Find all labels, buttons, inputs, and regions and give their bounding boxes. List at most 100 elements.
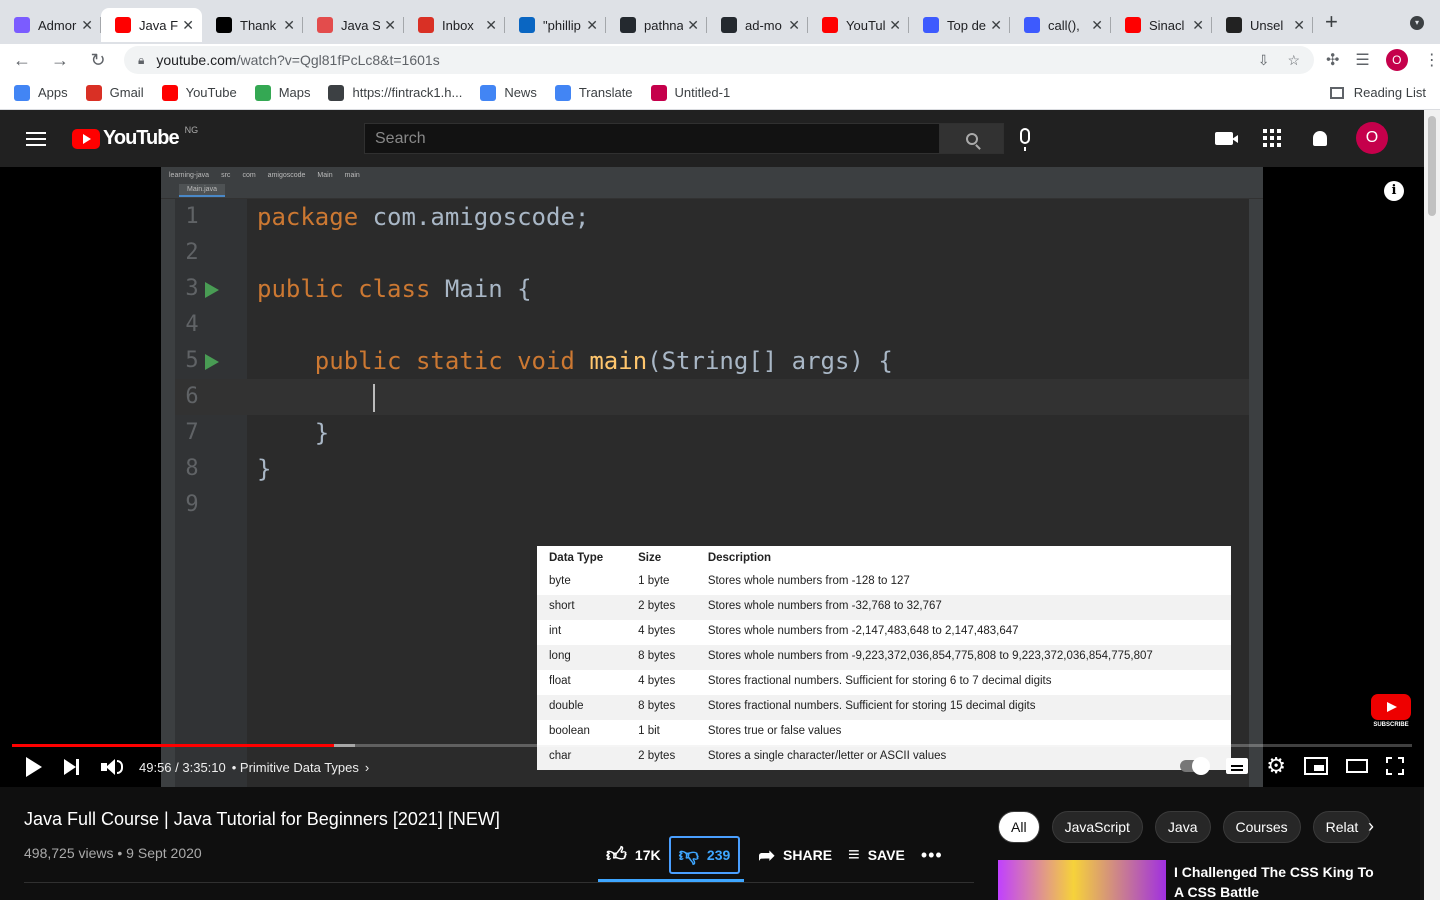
browser-tab[interactable]: "phillip ✕	[505, 8, 606, 42]
create-video-icon[interactable]	[1212, 126, 1238, 150]
close-tab-icon[interactable]: ✕	[1293, 17, 1305, 34]
like-button[interactable]: 👍︎ 17K	[598, 836, 669, 874]
fullscreen-icon[interactable]	[1386, 757, 1404, 775]
new-tab-button[interactable]: +	[1325, 9, 1338, 35]
youtube-logo[interactable]: YouTube NG	[72, 125, 198, 150]
table-cell: byte	[549, 575, 571, 587]
browser-tab[interactable]: Sinacl ✕	[1111, 8, 1212, 42]
browser-profile-avatar[interactable]: O	[1385, 49, 1408, 71]
back-icon[interactable]: ←	[6, 50, 38, 71]
share-button[interactable]: ➦ SHARE	[750, 836, 840, 874]
more-actions-icon[interactable]: •••	[921, 845, 943, 866]
chevron-right-icon[interactable]: ›	[1368, 816, 1374, 837]
time-display: 49:56 / 3:35:10	[139, 759, 226, 775]
browser-tab[interactable]: ad-mo ✕	[707, 8, 808, 42]
account-avatar[interactable]: O	[1356, 122, 1388, 154]
code-line: 3 public class Main {	[175, 271, 1249, 307]
browser-tab[interactable]: Admor ✕	[0, 8, 101, 42]
reload-icon[interactable]: ↻	[82, 50, 114, 71]
filter-chip[interactable]: Courses	[1222, 811, 1301, 843]
scrollbar-thumb[interactable]	[1428, 116, 1436, 216]
subtitles-icon[interactable]	[1226, 758, 1249, 774]
settings-gear-icon[interactable]: ⚙	[1266, 755, 1286, 777]
close-tab-icon[interactable]: ✕	[182, 17, 194, 34]
menu-icon[interactable]	[26, 128, 46, 150]
subscribe-watermark[interactable]: SUBSCRIBE	[1370, 694, 1412, 728]
bookmark-item[interactable]: News	[480, 84, 537, 101]
close-tab-icon[interactable]: ✕	[990, 17, 1002, 34]
recommendation-title[interactable]: I Challenged The CSS King To A CSS Battl…	[1174, 862, 1384, 900]
bookmark-item[interactable]: Maps	[254, 84, 310, 101]
table-cell: 4 bytes	[638, 675, 676, 687]
close-tab-icon[interactable]: ✕	[586, 17, 598, 34]
table-cell: float	[549, 675, 571, 687]
browser-tab[interactable]: Java F ✕	[101, 8, 202, 42]
close-tab-icon[interactable]: ✕	[889, 17, 901, 34]
search-box[interactable]	[364, 123, 940, 154]
bookmark-item[interactable]: Apps	[14, 84, 68, 101]
miniplayer-icon[interactable]	[1304, 757, 1328, 775]
voice-search-icon[interactable]	[1020, 128, 1030, 151]
share-arrow-icon: ➦	[758, 844, 776, 867]
browser-tab[interactable]: YouTul ✕	[808, 8, 909, 42]
browser-tab[interactable]: Java S ✕	[303, 8, 404, 42]
tab-search-icon[interactable]: ▾	[1410, 16, 1424, 30]
bookmark-item[interactable]: Untitled-1	[650, 84, 730, 101]
ide-breadcrumb: learning-java src com amigoscode Main main	[161, 167, 1263, 183]
browser-menu-icon[interactable]: ⋮	[1424, 50, 1440, 70]
browser-tab[interactable]: call(), ✕	[1010, 8, 1111, 42]
close-tab-icon[interactable]: ✕	[1192, 17, 1204, 34]
play-button[interactable]	[26, 757, 42, 777]
info-icon[interactable]: i	[1384, 181, 1404, 201]
chapter-button[interactable]: • Primitive Data Types	[232, 760, 359, 775]
chevron-right-icon[interactable]: ›	[365, 760, 369, 775]
bookmark-item[interactable]: https://fintrack1.h...	[328, 84, 462, 101]
filter-chip[interactable]: JavaScript	[1051, 811, 1143, 843]
progress-bar[interactable]	[12, 744, 1412, 747]
close-tab-icon[interactable]: ✕	[788, 17, 800, 34]
reading-list-button[interactable]: Reading List	[1329, 85, 1426, 100]
bookmark-favicon-icon	[14, 84, 30, 101]
bookmark-star-icon[interactable]: ☆	[1287, 52, 1300, 69]
close-tab-icon[interactable]: ✕	[687, 17, 699, 34]
bookmark-item[interactable]: YouTube	[161, 84, 237, 101]
browser-tab[interactable]: Top de ✕	[909, 8, 1010, 42]
close-tab-icon[interactable]: ✕	[81, 17, 93, 34]
table-cell: 1 bit	[638, 725, 660, 737]
bookmark-item[interactable]: Gmail	[85, 84, 144, 101]
browser-tab[interactable]: Inbox ✕	[404, 8, 505, 42]
recommendation-thumbnail[interactable]	[998, 860, 1166, 900]
theater-mode-icon[interactable]	[1346, 759, 1368, 773]
video-player[interactable]: learning-java src com amigoscode Main main Ma…	[0, 167, 1424, 787]
close-tab-icon[interactable]: ✕	[485, 17, 497, 34]
lock-icon[interactable]: 🔒︎	[138, 53, 144, 68]
extensions-icon[interactable]: ✣	[1326, 50, 1339, 70]
browser-tab[interactable]: pathna ✕	[606, 8, 707, 42]
dislike-button[interactable]: 👎︎ 239	[668, 836, 741, 874]
next-button[interactable]	[64, 759, 79, 775]
forward-icon[interactable]: →	[44, 50, 76, 71]
address-bar[interactable]: 🔒︎ youtube.com/watch?v=Qgl81fPcLc8&t=160…	[124, 46, 1314, 74]
filter-chip[interactable]: Java	[1154, 811, 1211, 843]
autoplay-toggle[interactable]	[1180, 757, 1211, 775]
search-button[interactable]	[939, 123, 1004, 154]
volume-icon[interactable]	[101, 759, 123, 775]
save-button[interactable]: ≡ SAVE	[840, 836, 913, 874]
search-input[interactable]	[375, 129, 929, 148]
notifications-bell-icon[interactable]	[1308, 126, 1332, 150]
page-scrollbar[interactable]	[1424, 110, 1440, 900]
browser-tab[interactable]: Unsel ✕	[1212, 8, 1313, 42]
data-types-table: Data Type Size Description byte 1 byte Store…	[537, 546, 1231, 770]
bookmark-item[interactable]: Translate	[554, 84, 633, 101]
apps-grid-icon[interactable]	[1260, 126, 1284, 150]
filter-chip[interactable]: All	[998, 811, 1040, 843]
line-number: 6	[185, 384, 199, 409]
code-line: 4	[175, 307, 1249, 343]
filter-chip[interactable]: Relat	[1312, 811, 1372, 843]
media-controls-icon[interactable]: ☰	[1355, 50, 1369, 70]
close-tab-icon[interactable]: ✕	[1091, 17, 1103, 34]
browser-tab[interactable]: Thank ✕	[202, 8, 303, 42]
install-app-icon[interactable]: ⇩	[1258, 52, 1270, 69]
close-tab-icon[interactable]: ✕	[283, 17, 295, 34]
close-tab-icon[interactable]: ✕	[384, 17, 396, 34]
